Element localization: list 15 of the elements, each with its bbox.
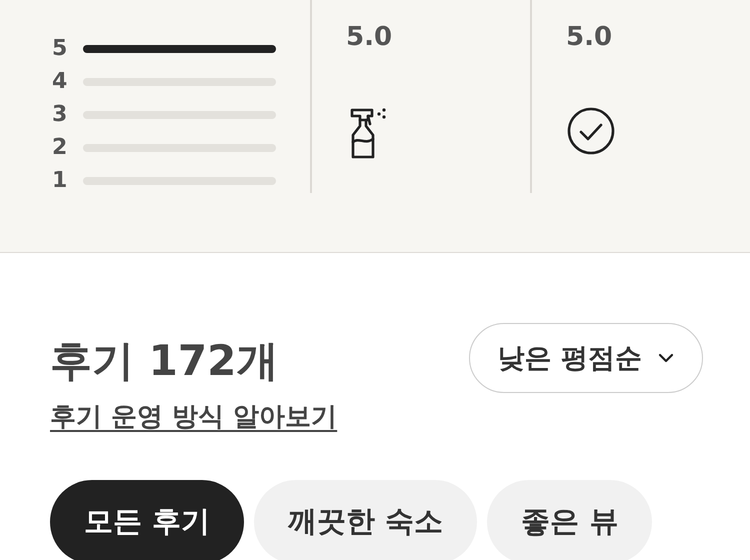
sort-dropdown[interactable]: 낮은 평점순 xyxy=(468,323,703,393)
category-score: 5.0 xyxy=(346,22,392,52)
rating-label: 1 xyxy=(52,168,68,193)
reviews-title: 후기 172개 xyxy=(50,335,280,387)
rating-label: 5 xyxy=(52,36,68,61)
filter-chip[interactable]: 깨끗한 숙소 xyxy=(254,480,478,560)
chevron-down-icon xyxy=(658,353,674,363)
filter-chip[interactable]: 좋은 뷰 xyxy=(487,480,652,560)
category-score: 5.0 xyxy=(566,22,612,52)
rating-label: 2 xyxy=(52,135,68,160)
rating-label: 4 xyxy=(52,69,68,94)
rating-label: 3 xyxy=(52,102,68,127)
filter-chip[interactable]: 모든 후기 xyxy=(50,480,244,560)
check-circle-icon xyxy=(566,106,616,156)
policy-link[interactable]: 후기 운영 방식 알아보기 xyxy=(50,399,338,434)
